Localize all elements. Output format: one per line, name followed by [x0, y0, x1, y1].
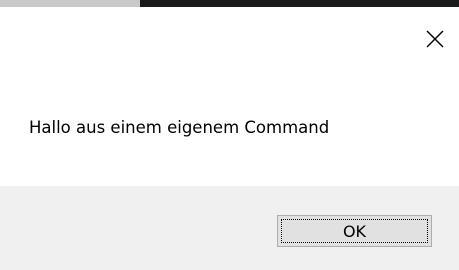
close-icon — [426, 30, 444, 48]
window-top-border — [0, 0, 459, 7]
dialog-message: Hallo aus einem eigenem Command — [29, 118, 330, 137]
dialog-footer: OK — [0, 186, 459, 270]
message-dialog: Hallo aus einem eigenem Command OK — [0, 0, 459, 270]
ok-button[interactable]: OK — [277, 215, 432, 247]
dialog-titlebar — [0, 7, 459, 64]
window-top-border-highlight — [0, 0, 140, 7]
close-button[interactable] — [419, 23, 451, 55]
